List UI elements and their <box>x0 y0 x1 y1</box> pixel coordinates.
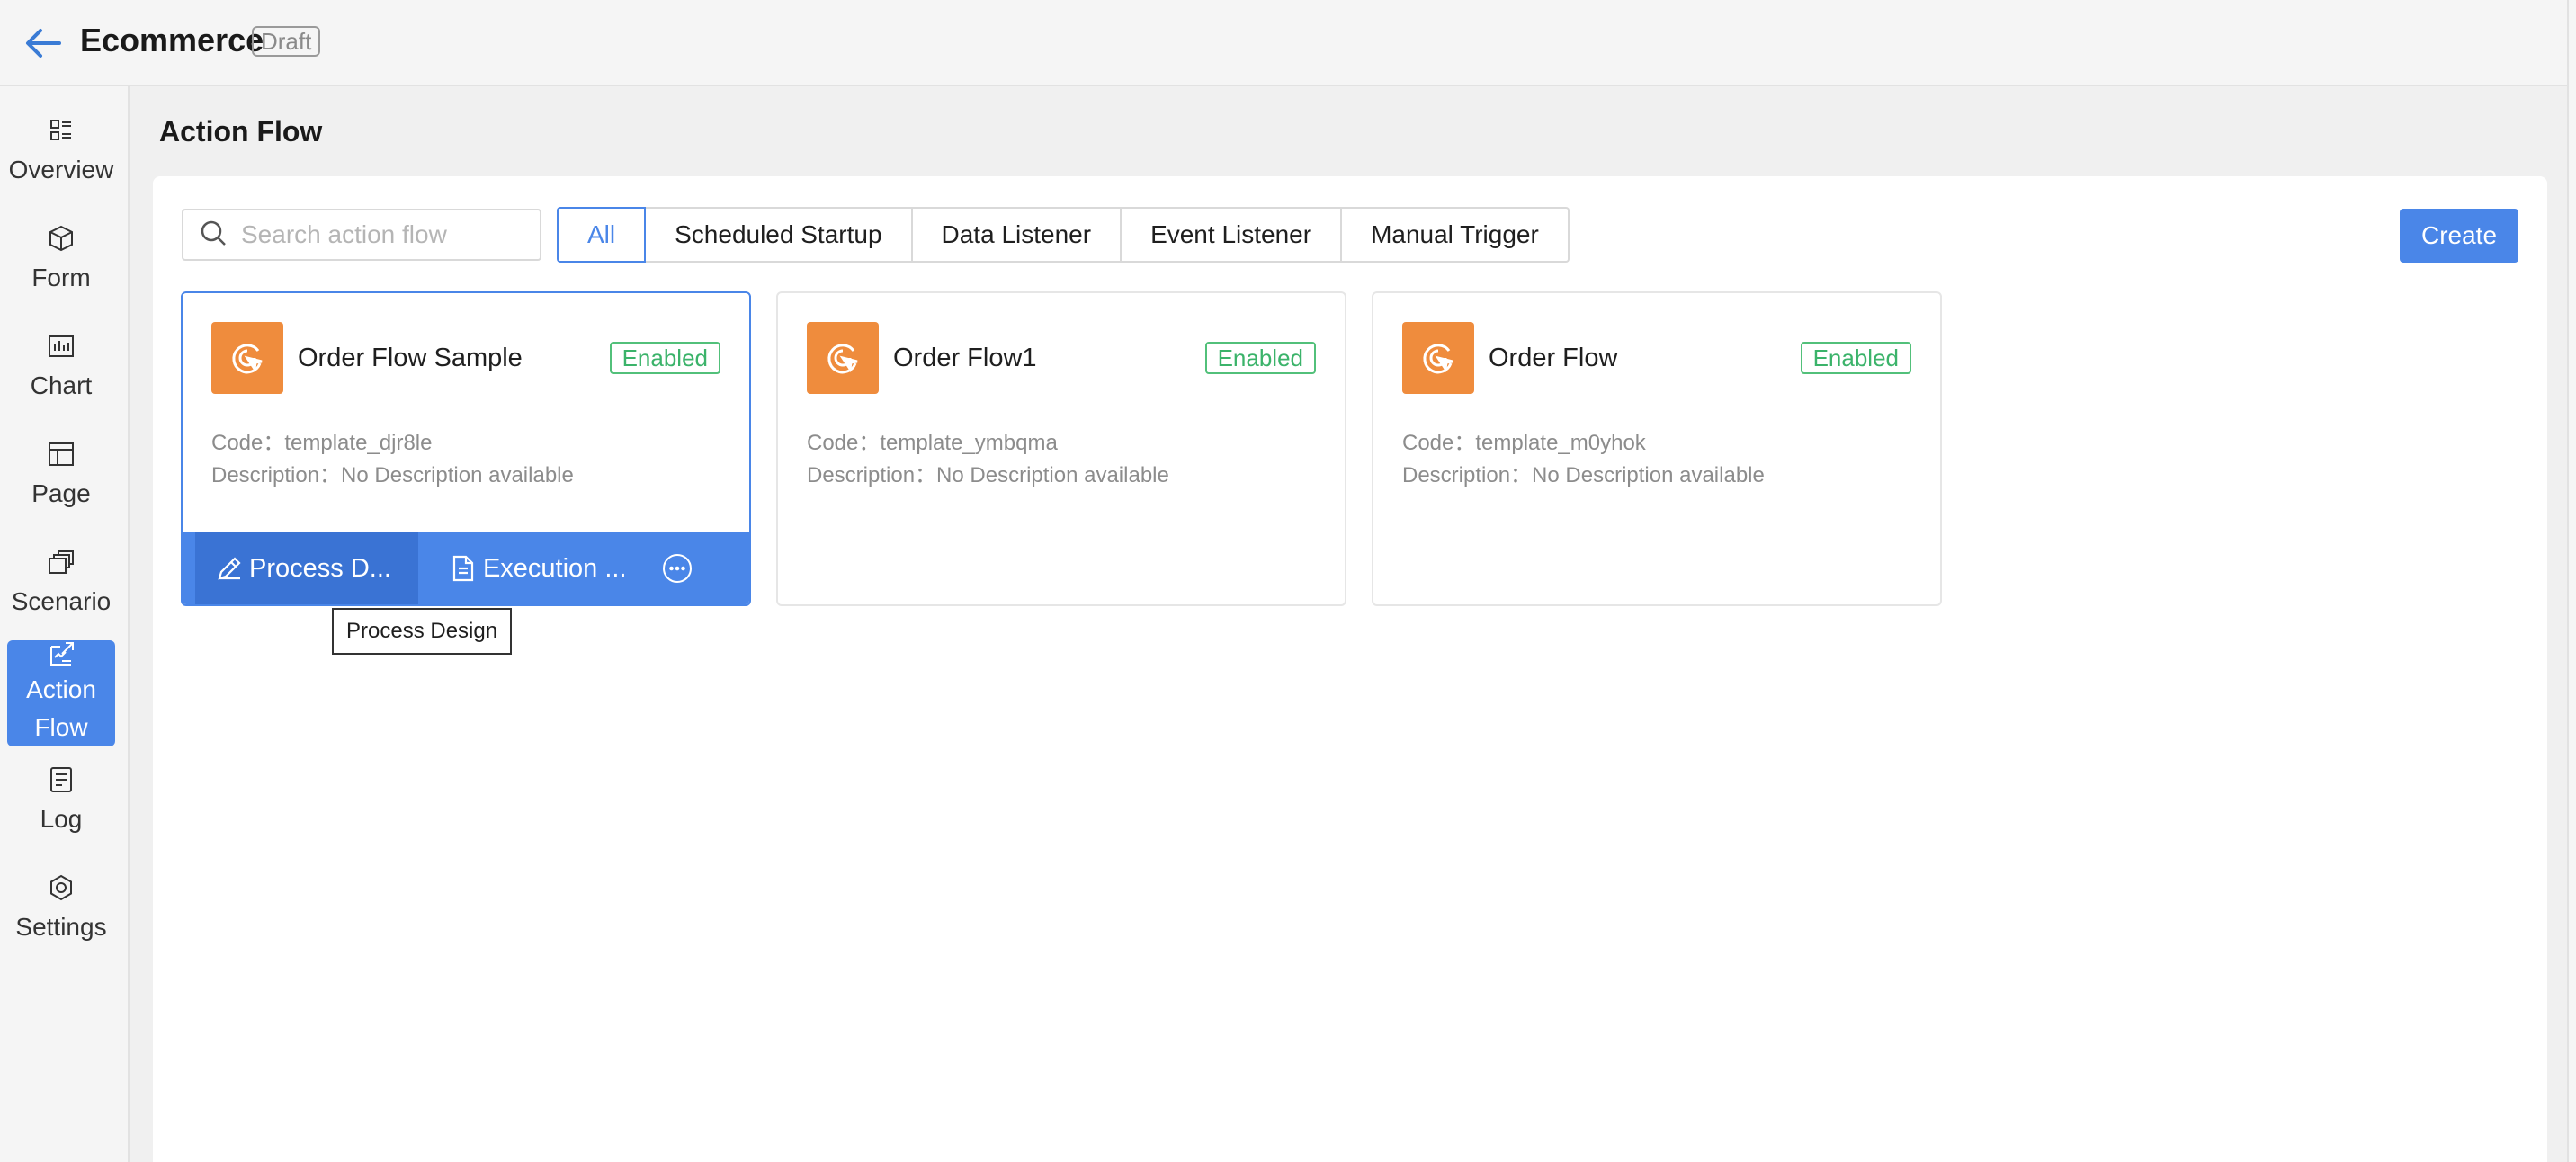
flow-card-icon <box>807 322 879 394</box>
tab-all[interactable]: All <box>557 207 647 263</box>
sidebar-item-label: Chart <box>30 371 93 399</box>
page-title: Action Flow <box>159 115 323 147</box>
search-input[interactable] <box>241 220 529 249</box>
gear-icon <box>47 873 76 902</box>
window-edge <box>2567 0 2576 1162</box>
card-title: Order Flow1 <box>893 344 1037 372</box>
sidebar-item-scenario[interactable]: Scenario <box>7 531 115 637</box>
more-actions-button[interactable] <box>645 532 713 604</box>
sidebar-item-label: Scenario <box>11 587 112 615</box>
flow-card-icon <box>1402 322 1474 394</box>
sidebar: Overview Form Chart Page Scenario Action… <box>0 86 130 1162</box>
search-icon <box>200 219 227 251</box>
chart-icon <box>47 332 76 361</box>
stack-icon <box>47 548 76 577</box>
tooltip: Process Design <box>332 608 513 655</box>
execution-log-button[interactable]: Execution ... <box>418 532 645 604</box>
sidebar-item-log[interactable]: Log <box>7 748 115 854</box>
status-badge: Enabled <box>1204 342 1316 374</box>
create-button[interactable]: Create <box>2400 209 2518 263</box>
card-description: Description：No Description available <box>211 463 574 487</box>
sidebar-item-label: Page <box>31 479 91 507</box>
draft-badge: Draft <box>252 26 321 57</box>
execution-label: Execution ... <box>482 553 627 583</box>
cube-icon <box>47 224 76 253</box>
card-description: Description：No Description available <box>807 463 1169 487</box>
process-design-label: Process D... <box>249 553 391 583</box>
flow-card[interactable]: Order Flow1 Enabled Code：template_ymbqma… <box>776 291 1346 606</box>
status-badge: Enabled <box>1800 342 1911 374</box>
sidebar-item-overview[interactable]: Overview <box>7 99 115 205</box>
card-title: Order Flow <box>1489 344 1618 372</box>
flow-card-icon <box>211 322 283 394</box>
sidebar-item-settings[interactable]: Settings <box>7 856 115 962</box>
more-icon <box>661 552 693 585</box>
card-code: Code：template_m0yhok <box>1402 431 1646 455</box>
app-header: Ecommerce Draft <box>0 0 2567 86</box>
sidebar-item-page[interactable]: Page <box>7 423 115 529</box>
search-box[interactable] <box>182 209 541 261</box>
flow-icon <box>47 640 76 669</box>
flow-card[interactable]: Order Flow Enabled Code：template_m0yhok … <box>1372 291 1942 606</box>
tab-data-listener[interactable]: Data Listener <box>912 207 1123 263</box>
process-design-button[interactable]: Process D... <box>195 532 418 604</box>
sidebar-item-label: Action Flow <box>26 675 96 741</box>
card-action-bar: Process D... Execution ... <box>183 532 749 604</box>
tab-scheduled-startup[interactable]: Scheduled Startup <box>646 207 913 263</box>
status-badge: Enabled <box>609 342 720 374</box>
log-icon <box>47 765 76 794</box>
flow-card[interactable]: Order Flow Sample Enabled Code：template_… <box>181 291 751 606</box>
document-icon <box>447 552 479 585</box>
sidebar-item-label: Overview <box>8 156 114 183</box>
app-title: Ecommerce <box>80 22 264 58</box>
edit-icon <box>213 552 246 585</box>
sidebar-item-form[interactable]: Form <box>7 207 115 313</box>
sidebar-item-action-flow[interactable]: Action Flow <box>7 640 115 746</box>
sidebar-item-chart[interactable]: Chart <box>7 315 115 421</box>
card-description: Description：No Description available <box>1402 463 1765 487</box>
sidebar-item-label: Settings <box>15 913 107 941</box>
sidebar-item-label: Form <box>31 264 91 291</box>
card-code: Code：template_ymbqma <box>807 431 1058 455</box>
tab-manual-trigger[interactable]: Manual Trigger <box>1342 207 1570 263</box>
tab-event-listener[interactable]: Event Listener <box>1122 207 1343 263</box>
card-title: Order Flow Sample <box>298 344 523 372</box>
sidebar-item-label: Log <box>40 805 83 833</box>
card-code: Code：template_djr8le <box>211 431 433 455</box>
back-arrow-icon[interactable] <box>23 23 63 63</box>
page-icon <box>47 440 76 469</box>
action-flow-panel: All Scheduled Startup Data Listener Even… <box>153 176 2547 1162</box>
filter-tabs: All Scheduled Startup Data Listener Even… <box>557 207 1570 263</box>
grid-icon <box>47 116 76 145</box>
